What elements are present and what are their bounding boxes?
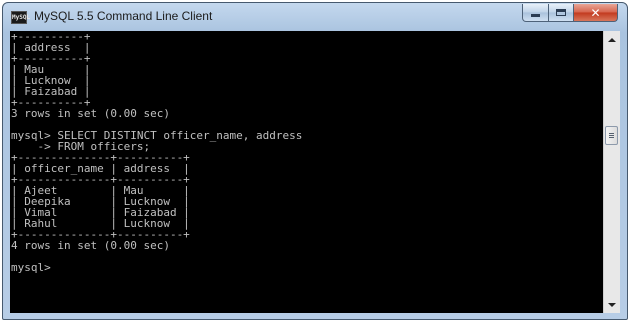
scrollbar-thumb[interactable] — [605, 126, 618, 145]
console-line: mysql> — [11, 261, 58, 274]
scroll-up-button[interactable] — [604, 31, 620, 48]
close-icon: ✕ — [590, 5, 601, 20]
arrow-up-icon — [608, 37, 616, 42]
maximize-button[interactable] — [548, 4, 574, 22]
arrow-down-icon — [608, 302, 616, 307]
console-output: +----------+ | address | +----------+ | … — [11, 31, 302, 273]
scroll-down-button[interactable] — [604, 296, 620, 313]
mysql-console-icon[interactable]: MySQL — [11, 11, 30, 24]
minimize-button[interactable] — [522, 4, 549, 22]
maximize-icon — [556, 9, 566, 16]
console-line: 4 rows in set (0.00 sec) — [11, 239, 170, 252]
console-line: 3 rows in set (0.00 sec) — [11, 107, 170, 120]
minimize-icon — [531, 14, 540, 17]
vertical-scrollbar[interactable] — [603, 31, 620, 313]
title-bar[interactable]: MySQL MySQL 5.5 Command Line Client ✕ — [3, 3, 627, 31]
window-title: MySQL 5.5 Command Line Client — [34, 9, 213, 23]
console-window: MySQL MySQL 5.5 Command Line Client ✕ +-… — [2, 2, 628, 320]
console-area[interactable]: +----------+ | address | +----------+ | … — [10, 31, 603, 313]
close-button[interactable]: ✕ — [573, 4, 618, 22]
